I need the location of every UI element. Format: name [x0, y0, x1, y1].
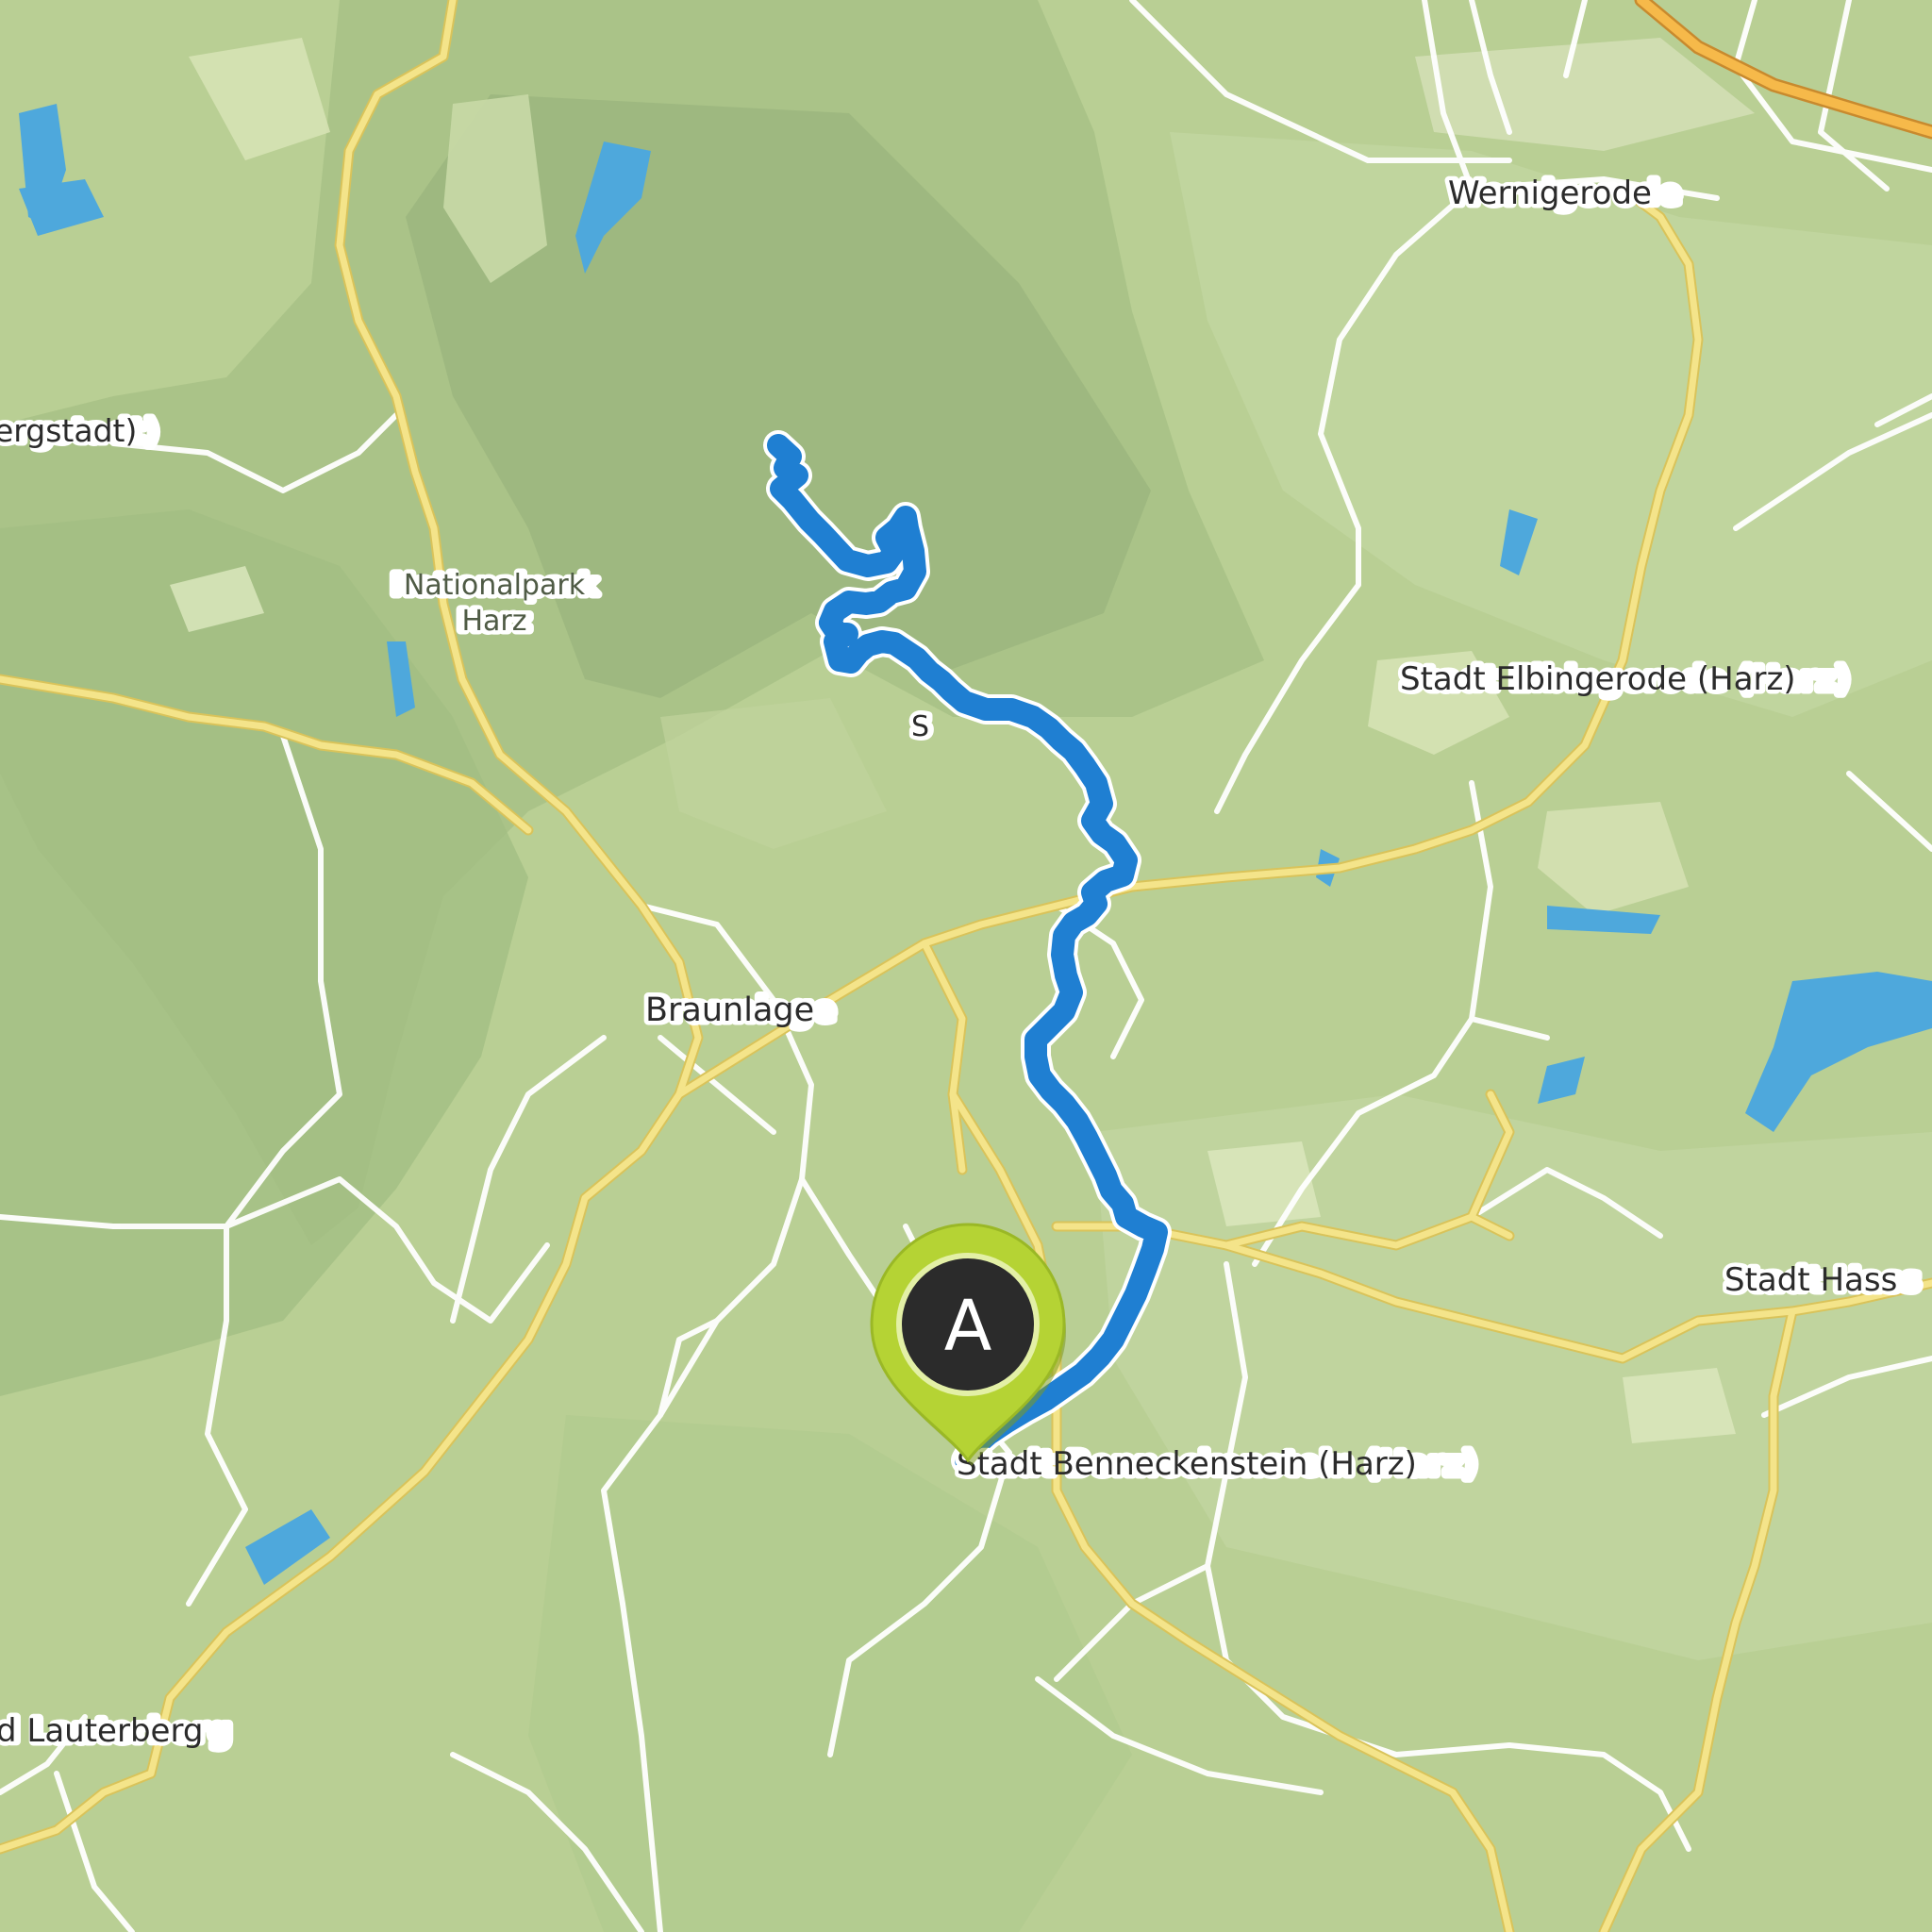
label-wernigerode[interactable]: Wernigerode Wernigerode	[1444, 171, 1686, 217]
svg-text:Wernigerode: Wernigerode	[1448, 175, 1652, 212]
svg-text:S: S	[911, 710, 929, 743]
label-hasselfelde[interactable]: Stadt Hass Stadt Hass	[1721, 1257, 1925, 1304]
label-bergstadt[interactable]: ergstadt) ergstadt)	[0, 408, 163, 454]
svg-text:ergstadt): ergstadt)	[0, 412, 137, 449]
svg-text:Nationalpark: Nationalpark	[404, 569, 586, 602]
svg-text:Braunlage: Braunlage	[645, 991, 814, 1029]
map-canvas[interactable]: Wernigerode Wernigerode ergstadt) ergsta…	[0, 0, 1932, 1932]
svg-text:Stadt Benneckenstein (Harz): Stadt Benneckenstein (Harz)	[957, 1445, 1417, 1483]
label-braunlage[interactable]: Braunlage Braunlage	[641, 988, 841, 1034]
label-lauterberg[interactable]: d Lauterberg d Lauterberg	[0, 1708, 236, 1755]
marker-letter: A	[944, 1286, 992, 1367]
svg-text:Stadt Hass: Stadt Hass	[1724, 1261, 1897, 1299]
label-elbingerode[interactable]: Stadt Elbingerode (Harz) Stadt Elbingero…	[1396, 657, 1855, 703]
svg-text:d Lauterberg: d Lauterberg	[0, 1712, 203, 1750]
label-route-s[interactable]: S S	[908, 707, 937, 748]
route-map[interactable]: Wernigerode Wernigerode ergstadt) ergsta…	[0, 0, 1932, 1932]
svg-text:Stadt Elbingerode (Harz): Stadt Elbingerode (Harz)	[1400, 660, 1796, 698]
label-benneckenstein[interactable]: Stadt Benneckenstein (Harz) Stadt Bennec…	[953, 1441, 1482, 1488]
svg-text:Harz: Harz	[461, 605, 526, 638]
